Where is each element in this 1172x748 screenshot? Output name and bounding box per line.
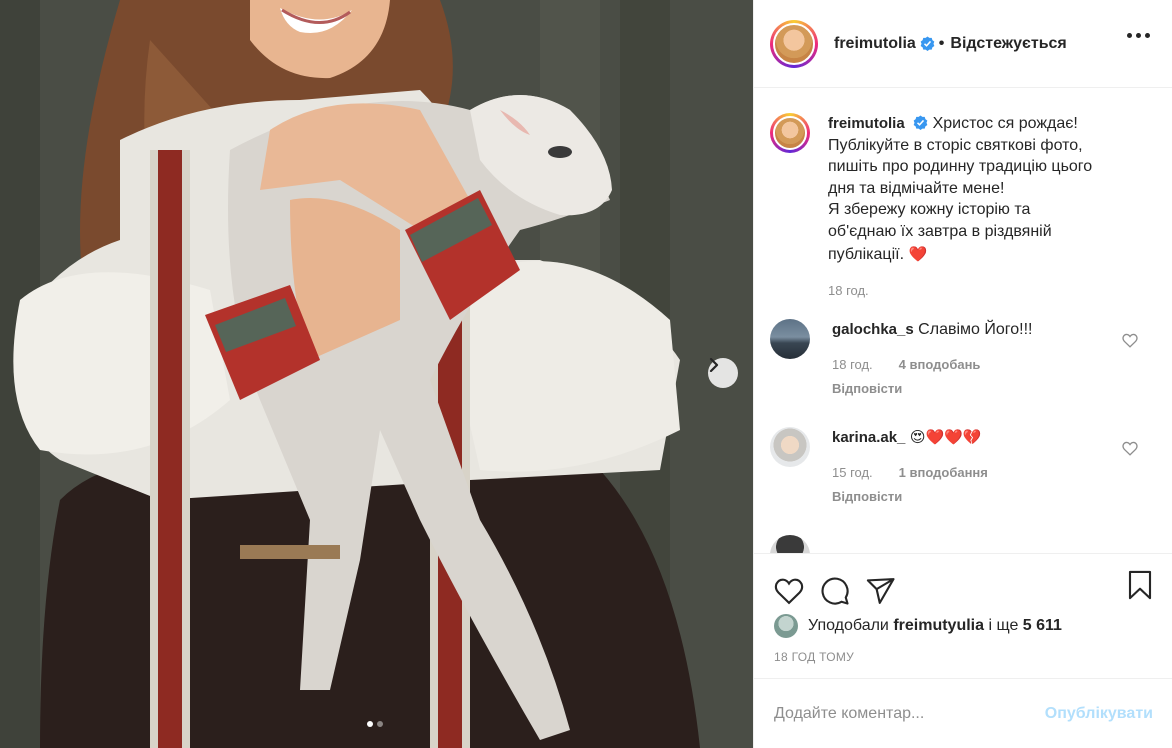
like-icon (774, 578, 804, 605)
carousel-indicator (367, 721, 383, 727)
share-button[interactable] (866, 577, 896, 605)
verified-badge-icon (920, 36, 935, 51)
comment-text: 😍❤️❤️💔 (909, 429, 982, 446)
reply-button[interactable]: Відповісти (832, 378, 1122, 399)
author-username[interactable]: freimutolia (834, 35, 916, 53)
post-caption: freimutolia Христос ся рождає! Публікуйт… (754, 89, 1172, 301)
carousel-dot (377, 721, 383, 727)
likes-connector: і ще (988, 617, 1019, 634)
comment-like-icon[interactable] (1122, 333, 1138, 348)
more-options-icon[interactable] (1127, 33, 1150, 38)
post-header: freimutolia • Відстежується (754, 0, 1172, 88)
share-icon (866, 578, 895, 604)
commenter-avatar[interactable] (770, 535, 810, 553)
commenter-avatar[interactable] (770, 319, 810, 359)
caption-author-avatar[interactable] (770, 113, 810, 153)
comments-list[interactable]: freimutolia Христос ся рождає! Публікуйт… (754, 89, 1172, 553)
comment-item-partial (754, 535, 1172, 553)
liker-avatar[interactable] (774, 614, 798, 638)
comment-item: karina.ak_ 😍❤️❤️💔 15 год. 1 вподобання В… (754, 427, 1172, 507)
caption-text: Христос ся рождає! Публікуйте в сторіс с… (828, 115, 1093, 263)
bookmark-icon (1128, 570, 1152, 600)
carousel-next-button[interactable] (708, 358, 738, 388)
comment-text: Славімо Його!!! (918, 321, 1033, 338)
comment-item: galochka_s Славімо Його!!! 18 год. 4 впо… (754, 319, 1172, 399)
post-timestamp[interactable]: 18 ГОД ТОМУ (754, 650, 1172, 664)
comment-time[interactable]: 15 год. (832, 462, 873, 483)
likes-count[interactable]: 5 611 (1023, 617, 1062, 635)
caption-username[interactable]: freimutolia (828, 115, 905, 132)
likes-prefix: Уподобали (808, 617, 889, 634)
post-photo[interactable] (0, 0, 753, 748)
follow-status-button[interactable]: Відстежується (950, 35, 1066, 53)
save-button[interactable] (1127, 570, 1153, 603)
comment-icon (821, 577, 849, 605)
post-details-panel: freimutolia • Відстежується freimutolia (753, 0, 1172, 748)
caption-time[interactable]: 18 год. (828, 280, 1148, 302)
chevron-right-icon (709, 358, 719, 372)
add-comment-form: Опублікувати (754, 678, 1172, 748)
post-dialog: freimutolia • Відстежується freimutolia (0, 0, 1172, 748)
comment-likes[interactable]: 1 вподобання (899, 462, 988, 483)
post-comment-button[interactable]: Опублікувати (1045, 705, 1153, 723)
comment-button[interactable] (820, 576, 850, 606)
comment-username[interactable]: karina.ak_ (832, 429, 905, 446)
header-separator: • (938, 34, 945, 52)
commenter-avatar[interactable] (770, 427, 810, 467)
post-actions: Уподобали freimutyulia і ще 5 611 18 ГОД… (754, 553, 1172, 678)
like-button[interactable] (774, 577, 804, 605)
comment-username[interactable]: galochka_s (832, 321, 914, 338)
verified-badge-icon (913, 115, 928, 130)
caption-heart-emoji: ❤️ (908, 246, 928, 263)
comment-input[interactable] (774, 704, 1045, 723)
carousel-dot-active (367, 721, 373, 727)
photo-illustration (0, 0, 753, 748)
comment-like-icon[interactable] (1122, 441, 1138, 456)
reply-button[interactable]: Відповісти (832, 486, 1122, 507)
author-avatar[interactable] (770, 19, 818, 68)
comment-likes[interactable]: 4 вподобань (899, 354, 981, 375)
liker-username[interactable]: freimutyulia (893, 617, 984, 635)
comment-time[interactable]: 18 год. (832, 354, 873, 375)
likes-summary: Уподобали freimutyulia і ще 5 611 (754, 614, 1172, 638)
